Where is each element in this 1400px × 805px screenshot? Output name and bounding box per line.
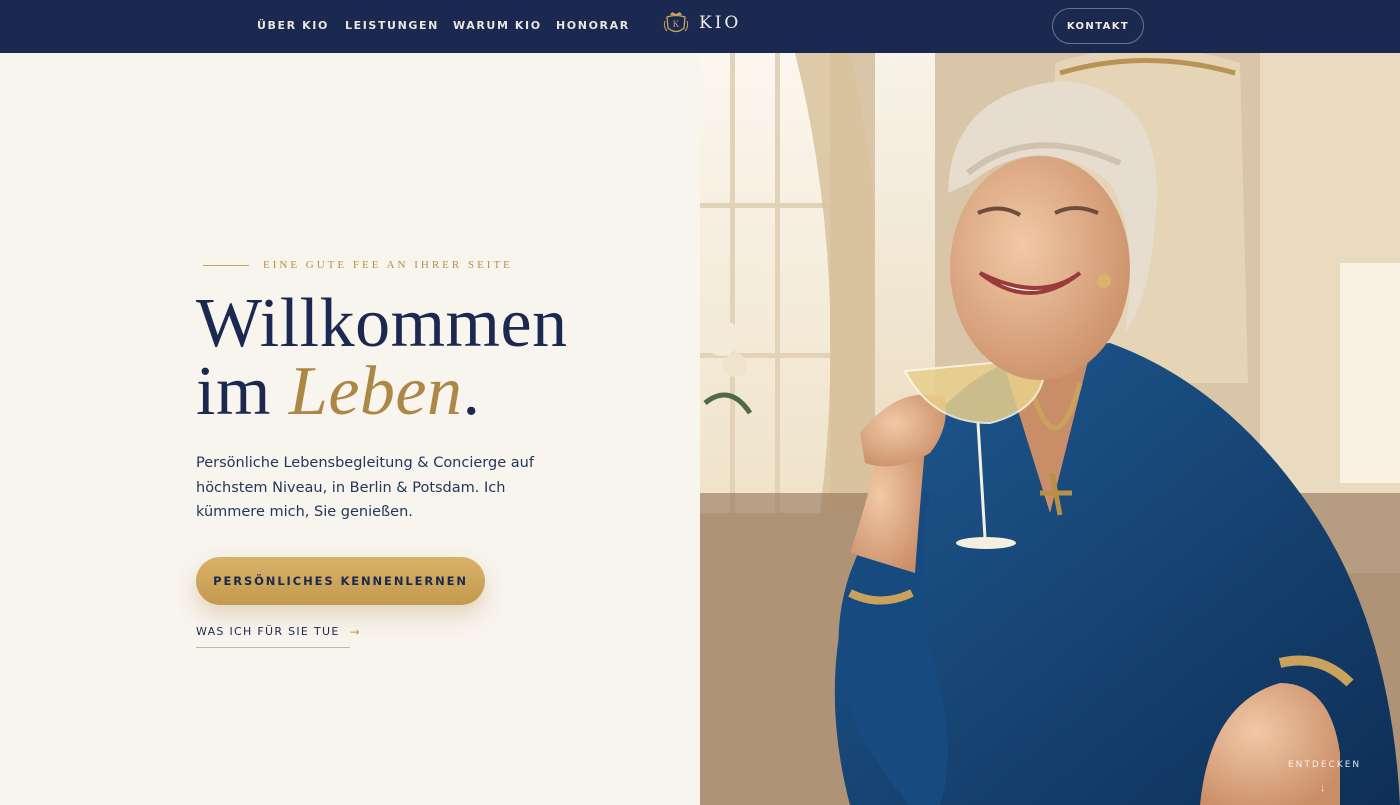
- hero-photo: [700, 53, 1400, 805]
- nav-link-leistungen[interactable]: LEISTUNGEN: [345, 19, 439, 32]
- services-link[interactable]: WAS ICH FÜR SIE TUE →: [196, 625, 360, 648]
- crest-icon: K: [663, 12, 689, 33]
- hero-headline: Willkommen im Leben.: [196, 289, 568, 427]
- headline-line-1: Willkommen: [196, 285, 568, 362]
- arrow-right-icon: →: [349, 625, 361, 639]
- headline-line-2-prefix: im: [196, 353, 289, 430]
- top-navigation: ÜBER KIO LEISTUNGEN WARUM KIO HONORAR K …: [0, 0, 1400, 53]
- cta-kennenlernen-button[interactable]: PERSÖNLICHES KENNENLERNEN: [196, 557, 485, 605]
- headline-period: .: [462, 353, 481, 430]
- nav-link-honorar[interactable]: HONORAR: [556, 19, 630, 32]
- nav-link-warum-kio[interactable]: WARUM KIO: [453, 19, 542, 32]
- scroll-hint-label[interactable]: ENTDECKEN: [1288, 760, 1361, 770]
- eyebrow-text: EINE GUTE FEE AN IHRER SEITE: [263, 259, 513, 271]
- brand-name: KIO: [699, 13, 742, 33]
- eyebrow-divider: [203, 264, 249, 266]
- woman-with-champagne-illustration: [700, 53, 1400, 805]
- services-link-label: WAS ICH FÜR SIE TUE: [196, 625, 340, 638]
- svg-text:K: K: [673, 19, 680, 29]
- hero-eyebrow: EINE GUTE FEE AN IHRER SEITE: [203, 259, 513, 271]
- hero-lead-text: Persönliche Lebensbegleitung & Concierge…: [196, 455, 534, 520]
- nav-link-ueber-kio[interactable]: ÜBER KIO: [257, 19, 329, 32]
- contact-button[interactable]: KONTAKT: [1052, 8, 1144, 44]
- headline-accent-word: Leben: [288, 353, 463, 430]
- brand-logo[interactable]: K KIO: [662, 9, 741, 37]
- arrow-down-icon: ↓: [1320, 782, 1326, 794]
